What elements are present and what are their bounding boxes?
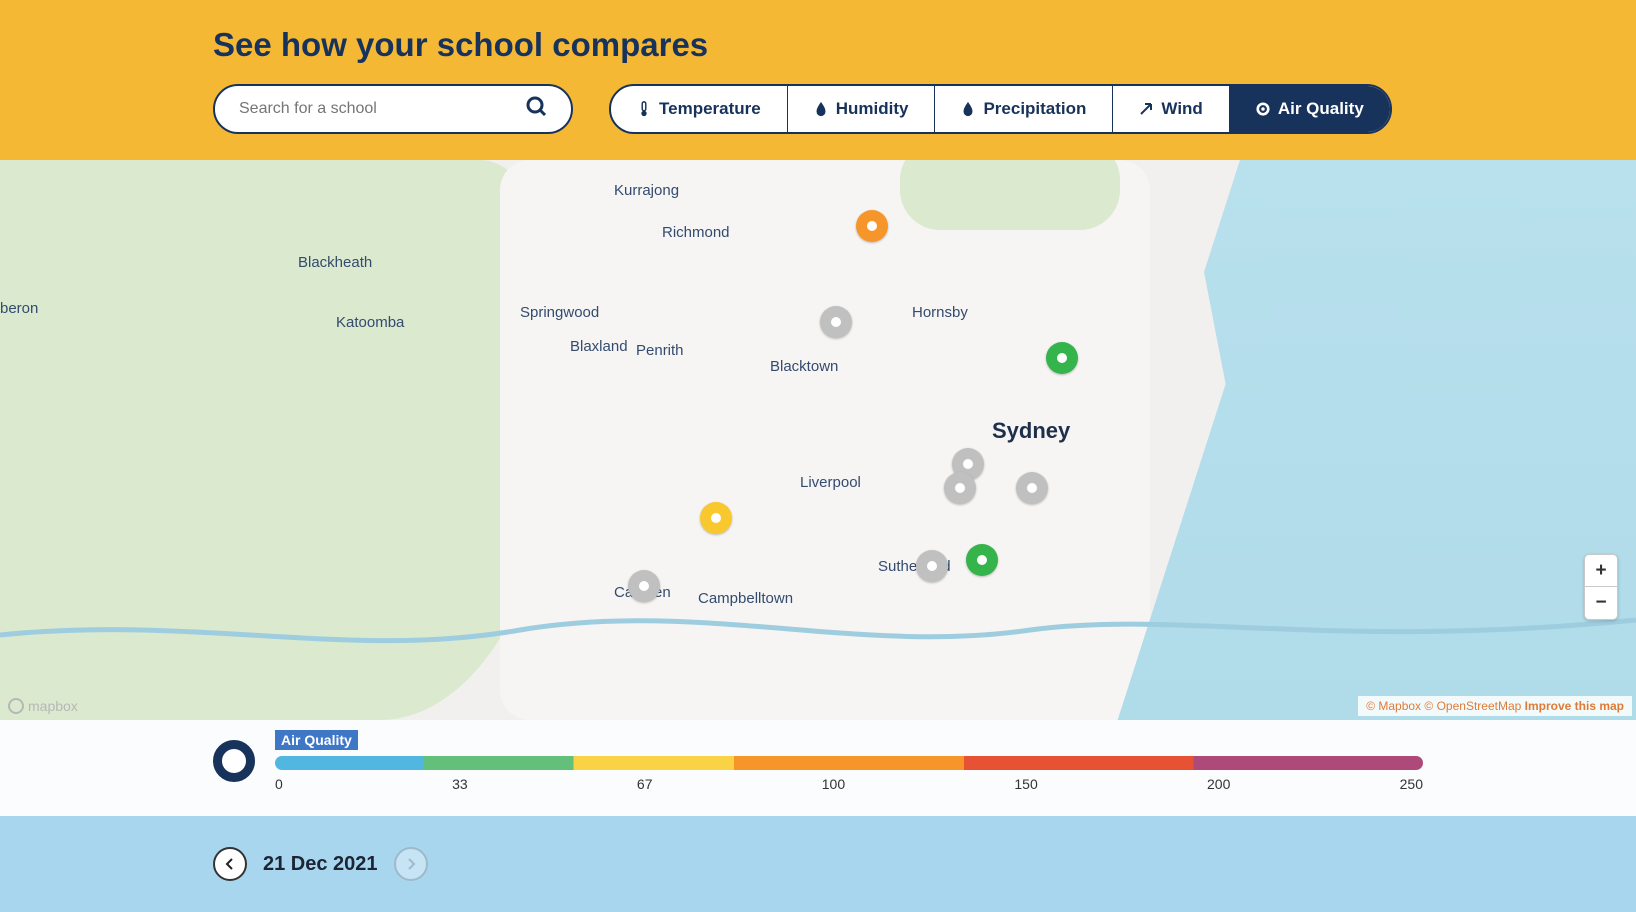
map-terrain: [900, 160, 1120, 230]
map-marker[interactable]: [628, 570, 660, 602]
target-icon: [213, 740, 255, 782]
search-input[interactable]: [237, 99, 497, 119]
mapbox-logo: mapbox: [8, 698, 78, 714]
prev-date-button[interactable]: [213, 847, 247, 881]
map-place-label: Blacktown: [770, 358, 838, 375]
map-place-label: Penrith: [636, 342, 684, 359]
map-place-label: Richmond: [662, 224, 730, 241]
legend-title: Air Quality: [275, 730, 358, 750]
droplet-icon: [961, 101, 975, 117]
mapbox-link[interactable]: © Mapbox: [1366, 699, 1421, 713]
map-marker[interactable]: [1046, 342, 1078, 374]
map-place-label: Springwood: [520, 304, 599, 321]
map-marker[interactable]: [700, 502, 732, 534]
map-marker[interactable]: [820, 306, 852, 338]
legend-tick: 150: [1014, 776, 1037, 792]
tab-label: Air Quality: [1278, 99, 1364, 119]
tab-temperature[interactable]: Temperature: [611, 86, 788, 132]
tab-precipitation[interactable]: Precipitation: [935, 86, 1113, 132]
date-bar: 21 Dec 2021: [0, 816, 1636, 912]
map-place-label: Hornsby: [912, 304, 968, 321]
zoom-control: + −: [1584, 554, 1618, 620]
map-attribution: © Mapbox © OpenStreetMap Improve this ma…: [1358, 696, 1632, 716]
tab-air-quality[interactable]: Air Quality: [1230, 86, 1390, 132]
legend-tick: 0: [275, 776, 283, 792]
thermometer-icon: [637, 101, 651, 117]
map-place-label: Liverpool: [800, 474, 861, 491]
metric-tabs: Temperature Humidity Precipitation Wind Air …: [609, 84, 1392, 134]
map-marker[interactable]: [916, 550, 948, 582]
zoom-out-button[interactable]: −: [1585, 587, 1617, 619]
legend-bar: Air Quality 0 33 67 100 150 200 250: [0, 720, 1636, 816]
legend-scale: [275, 756, 1423, 770]
map-place-label: Katoomba: [336, 314, 404, 331]
next-date-button: [394, 847, 428, 881]
improve-map-link[interactable]: Improve this map: [1525, 699, 1624, 713]
current-date: 21 Dec 2021: [263, 853, 378, 876]
map-marker[interactable]: [966, 544, 998, 576]
droplet-icon: [814, 101, 828, 117]
map-place-label: Blackheath: [298, 254, 372, 271]
osm-link[interactable]: © OpenStreetMap: [1424, 699, 1521, 713]
legend-tick: 100: [822, 776, 845, 792]
tab-label: Precipitation: [983, 99, 1086, 119]
search-school[interactable]: [213, 84, 573, 134]
tab-wind[interactable]: Wind: [1113, 86, 1229, 132]
arrow-icon: [1139, 101, 1153, 117]
map-place-label: Kurrajong: [614, 182, 679, 199]
map-place-label: beron: [0, 300, 38, 317]
tab-humidity[interactable]: Humidity: [788, 86, 936, 132]
legend-tick: 33: [452, 776, 468, 792]
legend-tick: 200: [1207, 776, 1230, 792]
legend-tick: 67: [637, 776, 653, 792]
map-river: [0, 600, 1636, 660]
tab-label: Humidity: [836, 99, 909, 119]
page-title: See how your school compares: [213, 26, 1423, 64]
header-bar: See how your school compares Temperature…: [0, 0, 1636, 160]
map-place-label: Blaxland: [570, 338, 628, 355]
legend-ticks: 0 33 67 100 150 200 250: [275, 776, 1423, 792]
map-marker[interactable]: [944, 472, 976, 504]
map-place-label: Campbelltown: [698, 590, 793, 607]
search-icon[interactable]: [525, 95, 549, 124]
tab-label: Wind: [1161, 99, 1202, 119]
map-label-sydney: Sydney: [992, 418, 1070, 444]
tab-label: Temperature: [659, 99, 761, 119]
legend-tick: 250: [1400, 776, 1423, 792]
map-canvas[interactable]: Sydney mapbox + − © Mapbox © OpenStreetM…: [0, 160, 1636, 720]
map-marker[interactable]: [856, 210, 888, 242]
target-icon: [1256, 101, 1270, 117]
zoom-in-button[interactable]: +: [1585, 555, 1617, 587]
map-marker[interactable]: [1016, 472, 1048, 504]
